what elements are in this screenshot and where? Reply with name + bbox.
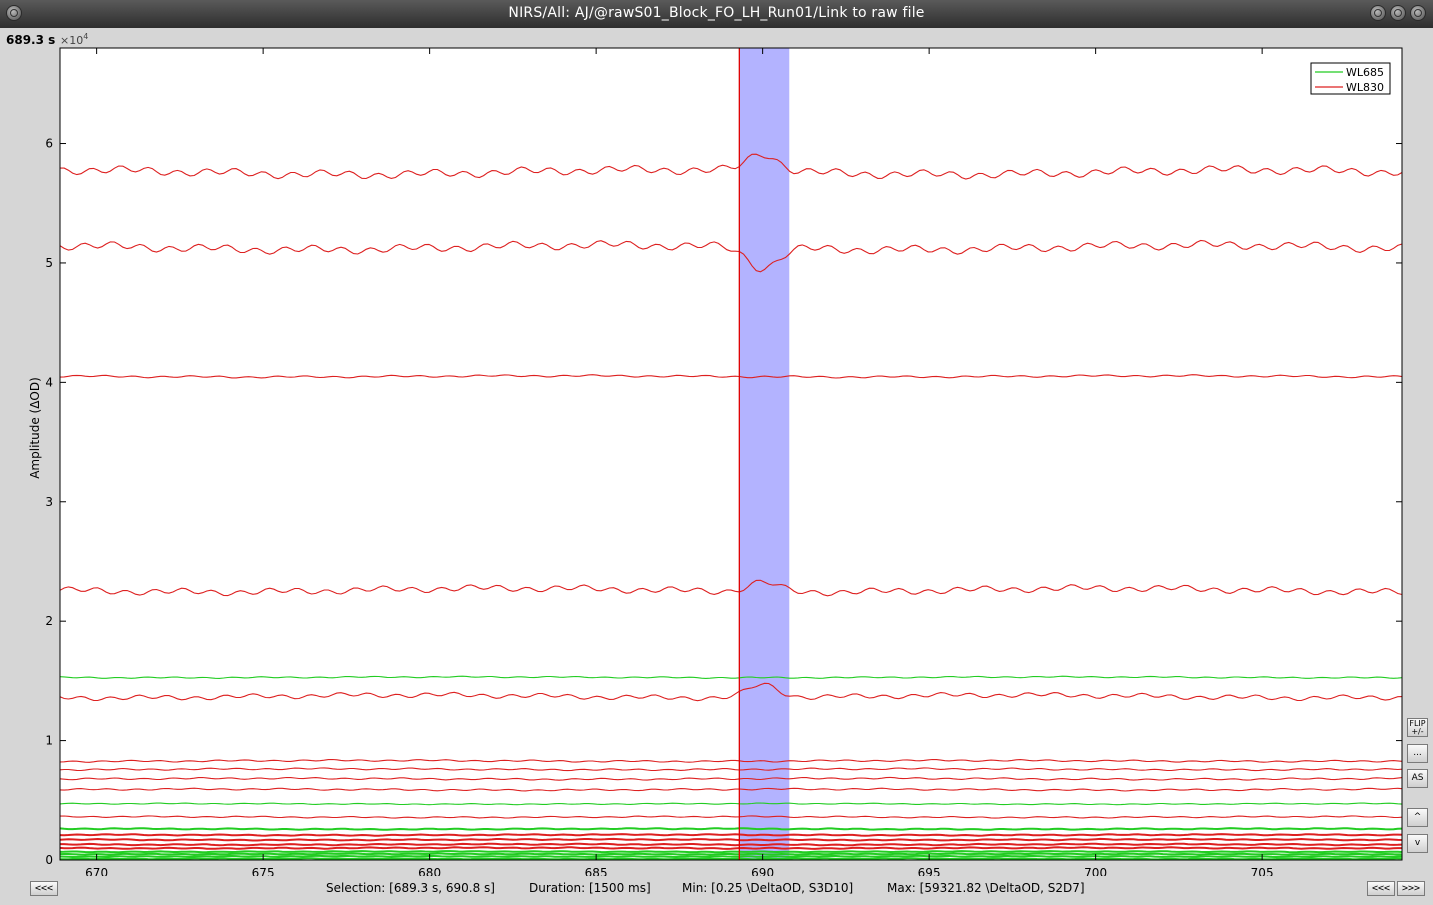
- page-next-button[interactable]: >>>: [1397, 881, 1425, 896]
- y-tick-label: 1: [45, 734, 53, 748]
- series-line-wl685-20: [59, 857, 1403, 861]
- y-axis-label: Amplitude (ΔOD): [28, 377, 42, 479]
- flip-button[interactable]: FLIP +/-: [1407, 718, 1428, 737]
- legend-label-wl830: WL830: [1346, 81, 1384, 94]
- x-tick-label: 685: [585, 866, 608, 876]
- page-back-button[interactable]: <<<: [30, 881, 58, 896]
- window-title: NIRS/All: AJ/@rawS01_Block_FO_LH_Run01/L…: [508, 5, 925, 21]
- autoscale-button[interactable]: AS: [1407, 769, 1428, 788]
- selection-status: Selection: [689.3 s, 690.8 s]: [326, 881, 495, 895]
- page-prev-button[interactable]: <<<: [1367, 881, 1395, 896]
- close-icon[interactable]: [1410, 5, 1426, 21]
- y-tick-label: 5: [45, 256, 53, 270]
- x-tick-label: 680: [418, 866, 441, 876]
- selection-band: [739, 48, 790, 860]
- series-line-wl685-17: [59, 850, 1403, 854]
- minimize-icon[interactable]: [1370, 5, 1386, 21]
- legend-label-wl685: WL685: [1346, 66, 1384, 79]
- x-tick-label: 695: [918, 866, 941, 876]
- x-tick-label: 705: [1251, 866, 1274, 876]
- y-tick-label: 3: [45, 495, 53, 509]
- timeseries-chart[interactable]: 670 675 680 685 690 695 700 705 0 1 2 3 4 5 6 ×104 Ampli…: [0, 28, 1433, 876]
- maximize-icon[interactable]: [1390, 5, 1406, 21]
- series-line-wl685-19: [59, 854, 1403, 859]
- min-status: Min: [0.25 \DeltaOD, S3D10]: [682, 881, 854, 895]
- x-tick-label: 675: [252, 866, 275, 876]
- plot-area: [60, 48, 1402, 860]
- y-tick-label: 2: [45, 614, 53, 628]
- scale-up-button[interactable]: ^: [1407, 808, 1428, 827]
- more-options-button[interactable]: ...: [1407, 744, 1428, 763]
- scale-down-button[interactable]: v: [1407, 834, 1428, 853]
- x-tick-label: 670: [85, 866, 108, 876]
- y-tick-label: 0: [45, 853, 53, 867]
- x-tick-label: 690: [751, 866, 774, 876]
- y-exponent-label: ×104: [60, 32, 88, 47]
- y-tick-label: 4: [45, 375, 53, 389]
- window-titlebar: NIRS/All: AJ/@rawS01_Block_FO_LH_Run01/L…: [0, 0, 1433, 28]
- x-tick-label: 700: [1084, 866, 1107, 876]
- duration-status: Duration: [1500 ms]: [529, 881, 651, 895]
- series-line-wl685-18: [59, 852, 1402, 856]
- max-status: Max: [59321.82 \DeltaOD, S2D7]: [887, 881, 1085, 895]
- y-tick-label: 6: [45, 137, 53, 151]
